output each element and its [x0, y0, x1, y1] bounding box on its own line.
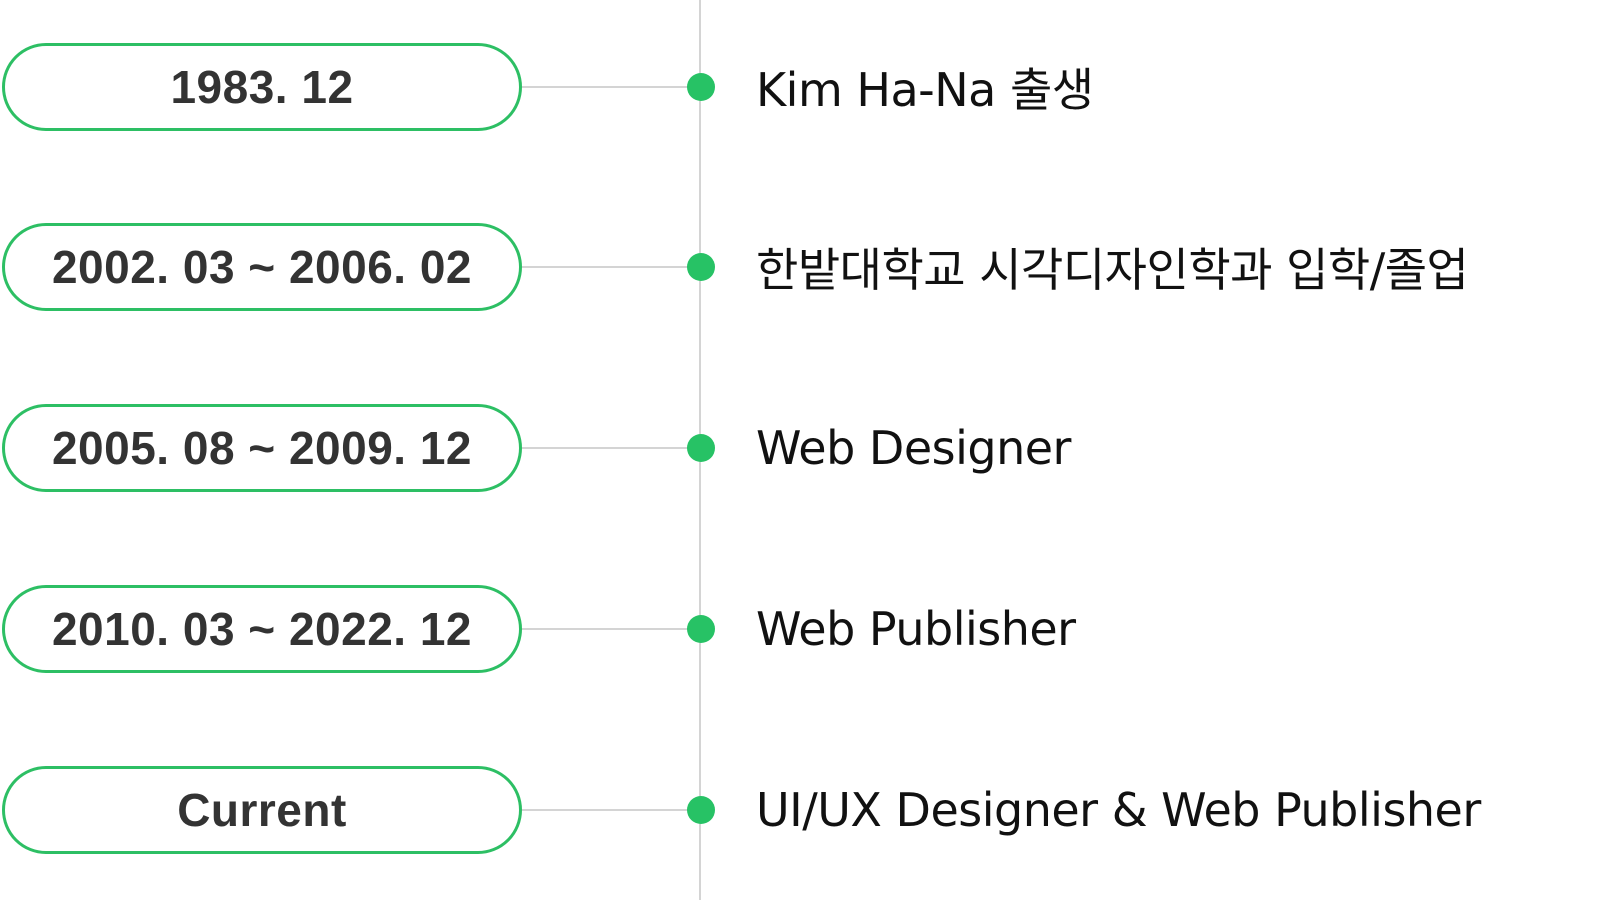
date-pill: Current: [2, 766, 522, 854]
connector-line: [522, 447, 700, 449]
timeline-dot: [687, 615, 715, 643]
timeline-dot: [687, 434, 715, 462]
timeline-item: 2005. 08 ~ 2009. 12 Web Designer: [0, 404, 1600, 500]
event-text: Web Designer: [756, 421, 1071, 475]
event-text: Web Publisher: [756, 602, 1076, 656]
date-pill: 2002. 03 ~ 2006. 02: [2, 223, 522, 311]
timeline-item: 1983. 12 Kim Ha-Na 출생: [0, 43, 1600, 139]
connector-line: [522, 809, 700, 811]
connector-line: [522, 628, 700, 630]
timeline-item: Current UI/UX Designer & Web Publisher: [0, 766, 1600, 862]
date-pill: 2005. 08 ~ 2009. 12: [2, 404, 522, 492]
event-text: UI/UX Designer & Web Publisher: [756, 783, 1481, 837]
event-text: 한밭대학교 시각디자인학과 입학/졸업: [756, 243, 1469, 297]
date-pill: 1983. 12: [2, 43, 522, 131]
connector-line: [522, 266, 700, 268]
event-text: Kim Ha-Na 출생: [756, 63, 1094, 117]
connector-line: [522, 86, 700, 88]
date-pill: 2010. 03 ~ 2022. 12: [2, 585, 522, 673]
timeline-dot: [687, 253, 715, 281]
timeline-item: 2010. 03 ~ 2022. 12 Web Publisher: [0, 585, 1600, 681]
timeline-item: 2002. 03 ~ 2006. 02 한밭대학교 시각디자인학과 입학/졸업: [0, 223, 1600, 319]
timeline-dot: [687, 73, 715, 101]
timeline-dot: [687, 796, 715, 824]
career-timeline: 1983. 12 Kim Ha-Na 출생 2002. 03 ~ 2006. 0…: [0, 0, 1600, 900]
